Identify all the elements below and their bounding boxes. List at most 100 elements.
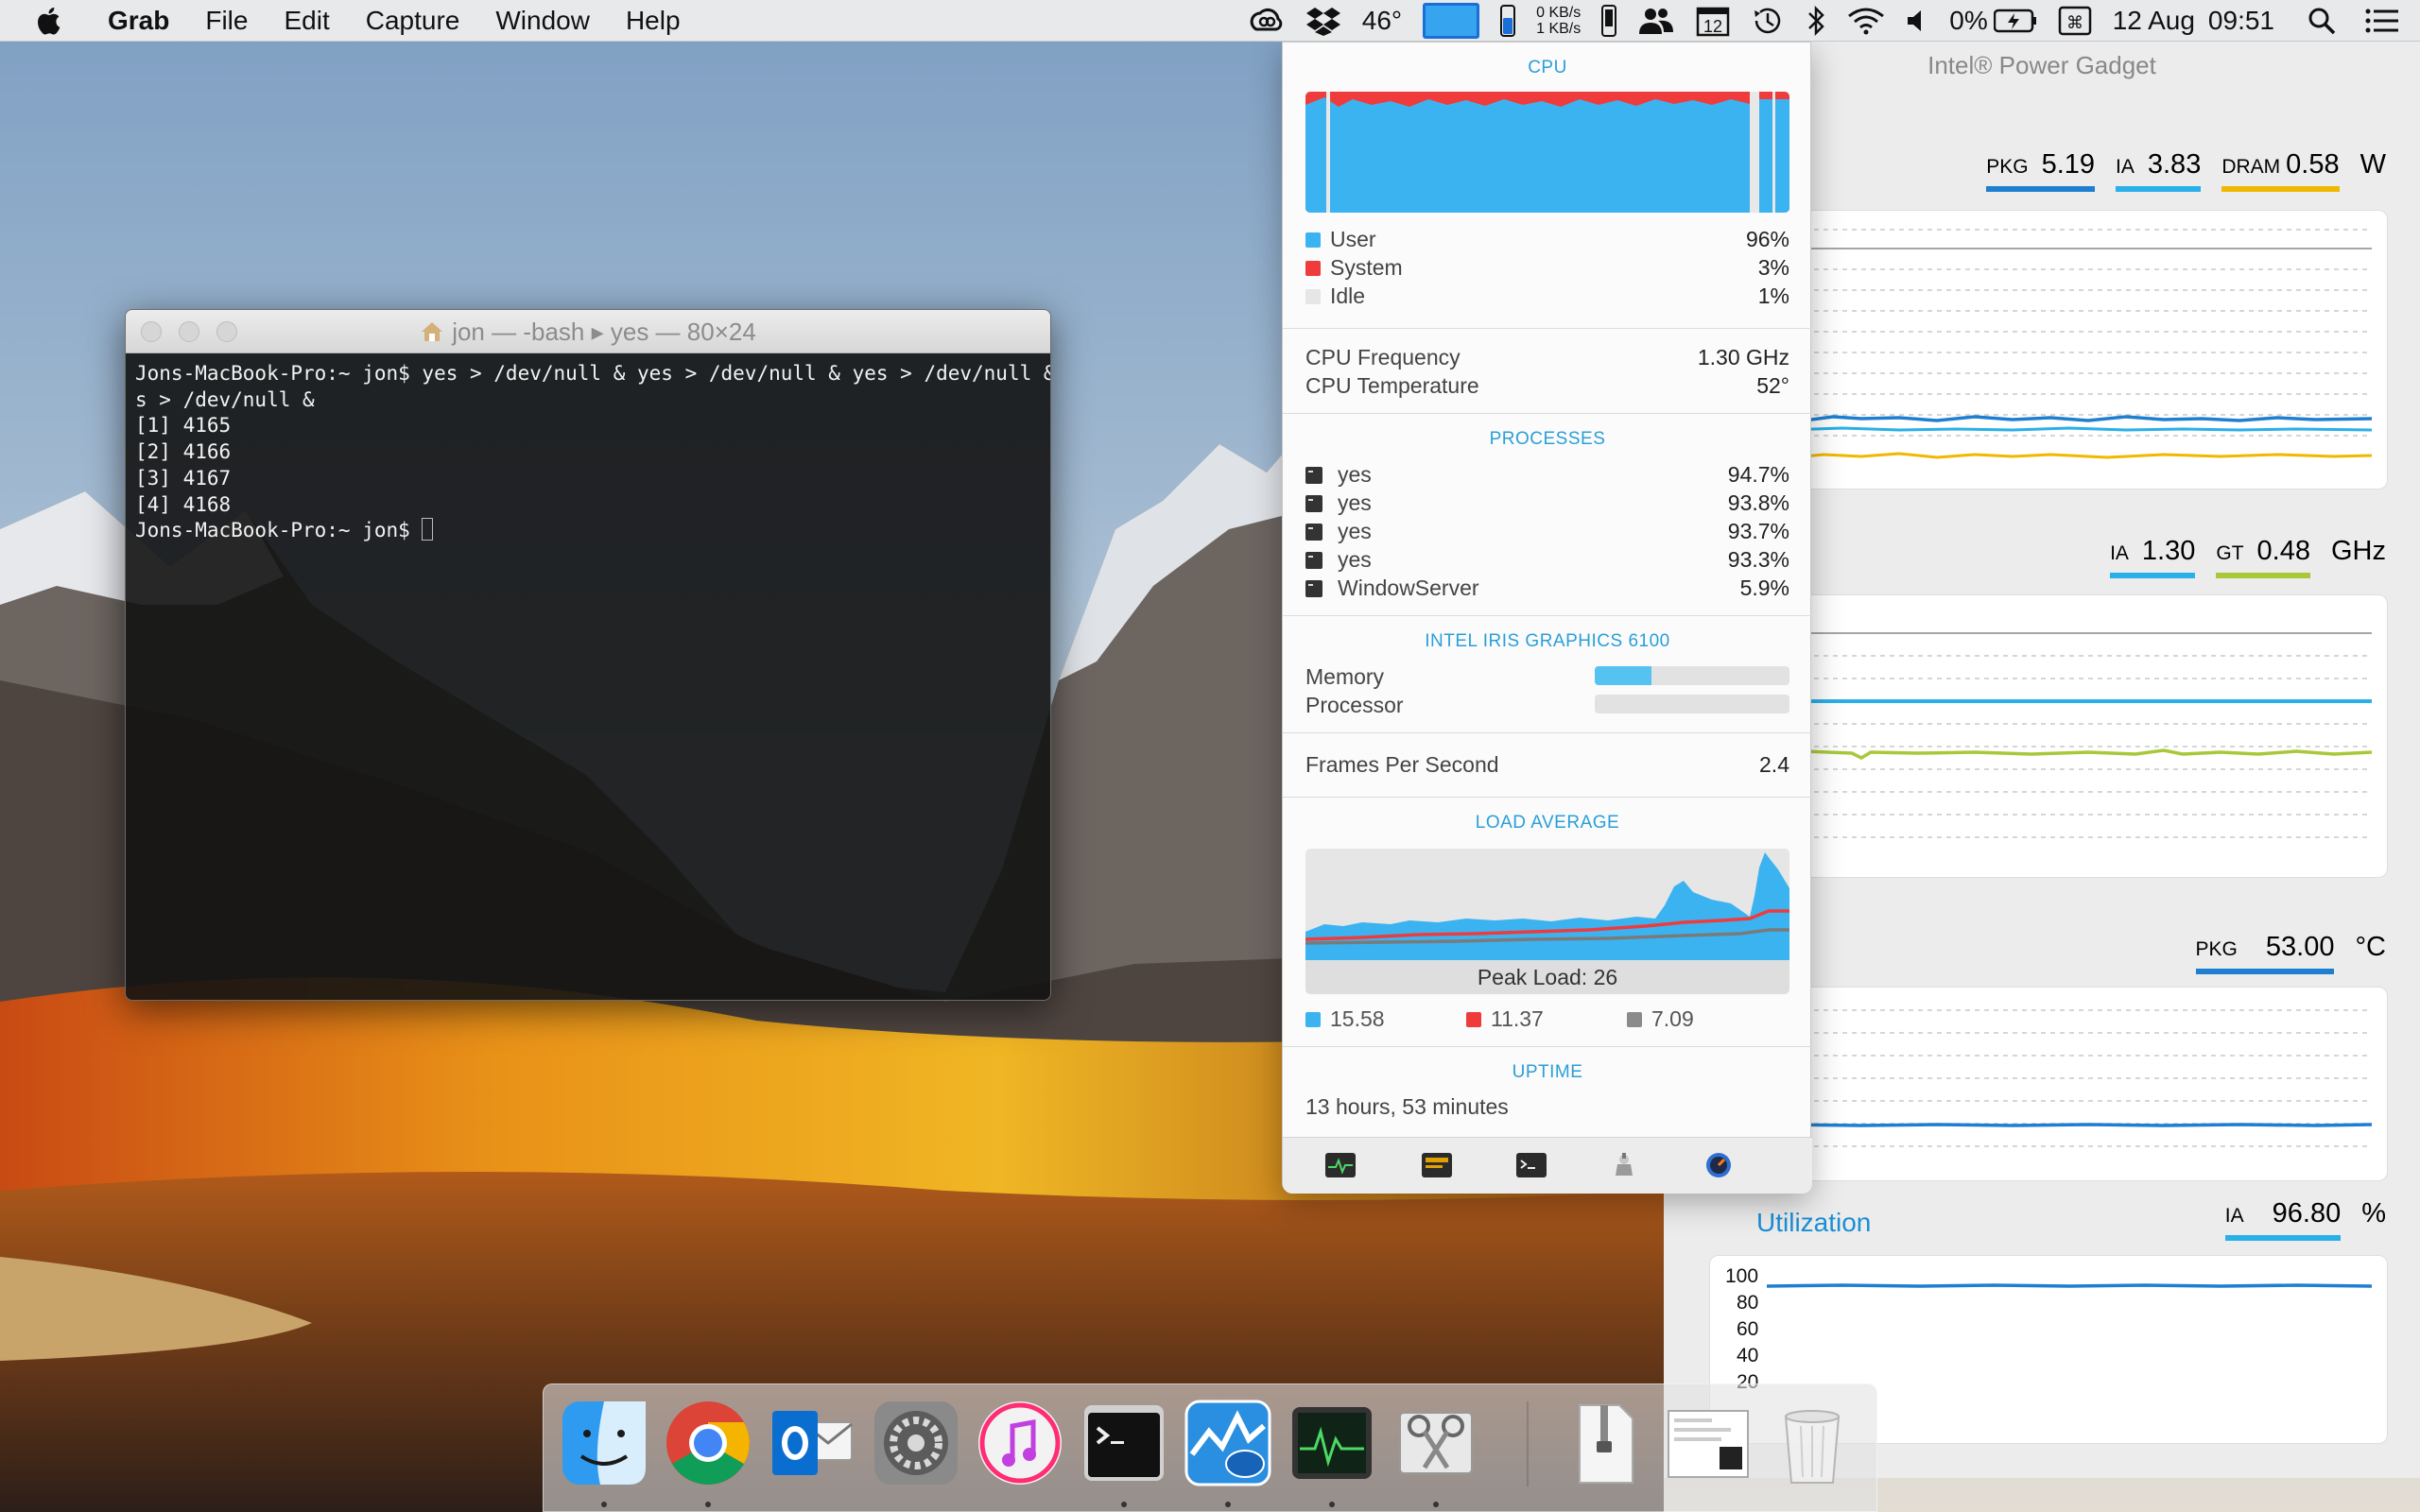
load-15min-legend: 7.09 — [1627, 1006, 1694, 1032]
battery-icon[interactable] — [1993, 0, 2037, 42]
trash-icon[interactable] — [1767, 1398, 1858, 1488]
process-row[interactable]: yes 94.7% — [1305, 462, 1789, 488]
terminal-icon[interactable] — [1079, 1398, 1169, 1488]
volume-icon[interactable] — [1906, 0, 1928, 42]
grab-icon[interactable] — [1391, 1398, 1481, 1488]
menu-edit[interactable]: Edit — [284, 6, 329, 36]
cpu-user-row: User 96% — [1305, 227, 1789, 252]
running-indicator — [1433, 1502, 1439, 1507]
spotlight-search-icon[interactable] — [2307, 0, 2337, 42]
notification-center-icon[interactable] — [2365, 0, 2399, 42]
cpu-stats-popover[interactable]: CPU User 96% System 3% Idle 1% CPU Frequ… — [1282, 42, 1812, 1194]
terminal-line: [4] 4168 — [135, 492, 232, 516]
temperature-status[interactable]: 46° — [1362, 0, 1402, 42]
apple-menu-icon[interactable] — [34, 5, 66, 37]
close-window-button[interactable] — [141, 321, 162, 342]
metric-value: 96.80 — [2272, 1198, 2342, 1228]
stats-toolbar — [1283, 1137, 1812, 1194]
zoom-window-button[interactable] — [216, 321, 237, 342]
metric-value: 0.58 — [2286, 149, 2340, 180]
menu-capture[interactable]: Capture — [366, 6, 460, 36]
processes-section-heading: PROCESSES — [1489, 429, 1606, 449]
dock — [543, 1383, 1877, 1512]
dropbox-icon[interactable] — [1305, 0, 1341, 42]
finder-icon[interactable] — [559, 1398, 649, 1488]
user-swatch — [1305, 232, 1321, 248]
menu-file[interactable]: File — [205, 6, 248, 36]
cpu-system-value: 3% — [1757, 255, 1789, 280]
cpu-temperature-row: CPU Temperature 52° — [1305, 373, 1789, 399]
terminal-launch-icon[interactable] — [1515, 1151, 1547, 1179]
section-divider — [1283, 615, 1812, 616]
terminal-content[interactable]: Jons-MacBook-Pro:~ jon$ yes > /dev/null … — [126, 353, 1050, 1000]
terminal-window[interactable]: jon — -bash ▸ yes — 80×24 Jons-MacBook-P… — [125, 309, 1051, 1001]
load-15min-value: 7.09 — [1651, 1006, 1694, 1031]
creative-cloud-icon[interactable] — [1247, 0, 1285, 42]
utilization-heading: Utilization — [1756, 1208, 1872, 1237]
utilization-unit: % — [2361, 1198, 2386, 1228]
fps-row: Frames Per Second 2.4 — [1305, 752, 1789, 778]
frequency-ia-metric: IA 1.30 — [2110, 536, 2196, 578]
menu-clock[interactable]: 09:51 — [2208, 0, 2274, 42]
fps-value: 2.4 — [1759, 752, 1789, 777]
process-name: yes — [1338, 462, 1372, 487]
frequency-unit: GHz — [2331, 536, 2386, 566]
activity-monitor-icon[interactable] — [1287, 1398, 1377, 1488]
menu-help[interactable]: Help — [626, 6, 681, 36]
power-gadget-icon[interactable] — [1183, 1398, 1273, 1488]
menu-app-name[interactable]: Grab — [108, 6, 169, 36]
cpu-status-item[interactable] — [1423, 0, 1480, 42]
power-dram-metric: DRAM 0.58 — [2221, 149, 2340, 192]
network-speed-status[interactable]: 0 KB/s 1 KB/s — [1536, 0, 1581, 42]
terminal-prompt-line[interactable]: Jons-MacBook-Pro:~ jon$ — [135, 518, 1043, 544]
calendar-day: 12 — [1703, 17, 1722, 36]
process-row[interactable]: yes 93.3% — [1305, 547, 1789, 573]
process-row[interactable]: yes 93.7% — [1305, 519, 1789, 544]
istat-preferences-icon[interactable] — [1703, 1151, 1735, 1179]
metric-value: 5.19 — [2041, 149, 2096, 180]
metric-label: PKG — [2195, 938, 2238, 960]
running-indicator — [601, 1502, 607, 1507]
load-5min-value: 11.37 — [1491, 1006, 1544, 1031]
cpu-idle-label: Idle — [1330, 284, 1366, 308]
activity-monitor-launch-icon[interactable] — [1324, 1151, 1357, 1179]
running-indicator — [1121, 1502, 1127, 1507]
menu-date[interactable]: 12 Aug — [2113, 0, 2195, 42]
battery-percent[interactable]: 0% — [1949, 0, 1987, 42]
minimize-window-button[interactable] — [179, 321, 199, 342]
system-preferences-icon[interactable] — [871, 1398, 961, 1488]
metric-value: 1.30 — [2141, 536, 2196, 566]
terminal-title-bar[interactable]: jon — -bash ▸ yes — 80×24 — [126, 310, 1050, 353]
chrome-icon[interactable] — [663, 1398, 753, 1488]
uptime-value: 13 hours, 53 minutes — [1305, 1094, 1509, 1119]
cpu-temperature-value: 52° — [1756, 373, 1789, 398]
process-cpu: 94.7% — [1727, 462, 1789, 487]
users-icon[interactable] — [1637, 0, 1675, 42]
outlook-icon[interactable] — [767, 1398, 857, 1488]
temperature-pkg-metric: PKG 53.00 — [2195, 932, 2335, 974]
terminal-line: [2] 4166 — [135, 440, 232, 464]
document-icon[interactable] — [1663, 1398, 1754, 1488]
archive-utility-icon[interactable] — [1559, 1398, 1650, 1488]
process-row[interactable]: yes 93.8% — [1305, 490, 1789, 516]
menu-window[interactable]: Window — [495, 6, 590, 36]
section-divider — [1283, 732, 1812, 733]
memory-bar-icon[interactable] — [1500, 0, 1516, 42]
terminal-process-icon — [1305, 467, 1322, 484]
process-row[interactable]: WindowServer 5.9% — [1305, 576, 1789, 601]
itunes-icon[interactable] — [975, 1398, 1065, 1488]
cpu-system-label: System — [1330, 255, 1403, 280]
metric-value: 3.83 — [2147, 149, 2202, 180]
keyboard-shortcut-icon[interactable]: ⌘ — [2058, 0, 2092, 42]
process-cpu: 93.7% — [1727, 519, 1789, 543]
cpu-graph-icon[interactable] — [1423, 3, 1480, 39]
phone-icon[interactable] — [1601, 0, 1617, 42]
bluetooth-icon[interactable] — [1806, 0, 1826, 42]
running-indicator — [1225, 1502, 1231, 1507]
system-information-launch-icon[interactable] — [1608, 1151, 1640, 1179]
calendar-icon[interactable]: 12 — [1696, 0, 1730, 42]
time-machine-icon[interactable] — [1751, 0, 1785, 42]
frequency-gt-metric: GT 0.48 — [2216, 536, 2310, 578]
wifi-icon[interactable] — [1847, 0, 1885, 42]
console-launch-icon[interactable] — [1421, 1151, 1453, 1179]
